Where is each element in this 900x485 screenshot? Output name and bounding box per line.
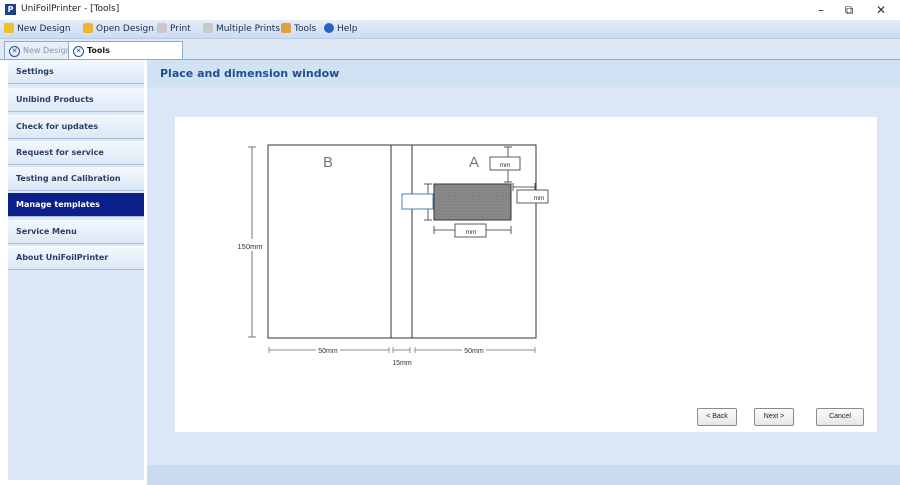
printer-icon — [157, 23, 167, 33]
close-tab-icon[interactable]: ✕ — [9, 46, 20, 57]
status-strip — [147, 465, 900, 485]
sidebar-item-manage-templates[interactable]: Manage templates — [8, 193, 144, 217]
sidebar-item-request-service[interactable]: Request for service — [8, 141, 144, 165]
help-icon — [324, 23, 334, 33]
spine-width-label: 15mm — [392, 360, 412, 367]
menu-label: New Design — [17, 24, 71, 34]
tools-sidebar: Settings Unibind Products Check for upda… — [8, 60, 144, 480]
window-width-unit: mm — [466, 229, 477, 236]
sidebar-item-settings[interactable]: Settings — [8, 60, 144, 84]
open-folder-icon — [83, 23, 93, 33]
minimize-button[interactable]: – — [808, 1, 834, 19]
dimension-diagram: B A 150mm 50mm 15mm 50mm mm mm mm — [235, 144, 549, 367]
menu-print[interactable]: Print — [157, 23, 191, 34]
window-height-field[interactable] — [401, 193, 434, 210]
menu-label: Help — [337, 24, 358, 34]
menu-tools[interactable]: Tools — [281, 23, 316, 34]
menu-help[interactable]: Help — [324, 23, 358, 34]
menu-open-design[interactable]: Open Design — [83, 23, 154, 34]
next-button[interactable]: Next > — [754, 408, 794, 426]
right-offset-unit: mm — [534, 195, 545, 202]
menu-new-design[interactable]: New Design — [4, 23, 71, 34]
content-area: B A 150mm 50mm 15mm 50mm mm mm mm < Back… — [147, 87, 900, 465]
tab-label: Tools — [87, 46, 110, 55]
template-panel: B A 150mm 50mm 15mm 50mm mm mm mm < Back… — [175, 117, 877, 432]
sidebar-item-unibind-products[interactable]: Unibind Products — [8, 88, 144, 112]
right-width-label: 50mm — [464, 348, 484, 355]
menu-bar: New Design Open Design Print Multiple Pr… — [0, 20, 900, 39]
tools-icon — [281, 23, 291, 33]
app-logo-icon: P — [5, 4, 16, 15]
restore-button[interactable]: ⧉ — [836, 1, 862, 19]
sidebar-item-check-updates[interactable]: Check for updates — [8, 115, 144, 139]
sidebar-item-testing-calibration[interactable]: Testing and Calibration — [8, 167, 144, 191]
page-title: Place and dimension window — [160, 67, 340, 80]
close-tab-icon[interactable]: ✕ — [73, 46, 84, 57]
section-b-label: B — [323, 154, 333, 171]
template-outline — [267, 144, 537, 339]
left-width-label: 50mm — [318, 348, 338, 355]
close-button[interactable]: ✕ — [868, 1, 894, 19]
title-bar: P UniFoilPrinter - [Tools] – ⧉ ✕ — [0, 0, 900, 20]
new-doc-icon — [4, 23, 14, 33]
cancel-button[interactable]: Cancel — [816, 408, 864, 426]
sidebar-item-service-menu[interactable]: Service Menu — [8, 220, 144, 244]
menu-label: Print — [170, 24, 191, 34]
tab-tools[interactable]: ✕ Tools — [68, 41, 183, 59]
back-button[interactable]: < Back — [697, 408, 737, 426]
menu-label: Tools — [294, 24, 317, 34]
height-label: 150mm — [237, 242, 262, 251]
printer-icon — [203, 23, 213, 33]
document-tabs: ✕ New Design 0 * ✕ Tools — [0, 39, 900, 60]
window-title: UniFoilPrinter - [Tools] — [21, 4, 120, 14]
sidebar-item-about[interactable]: About UniFoilPrinter — [8, 246, 144, 270]
window-placeholder — [433, 183, 512, 221]
menu-multiple-prints[interactable]: Multiple Prints — [203, 23, 280, 34]
menu-label: Open Design — [96, 24, 154, 34]
section-a-label: A — [469, 154, 479, 171]
menu-label: Multiple Prints — [216, 24, 281, 34]
content-header: Place and dimension window — [147, 60, 900, 87]
top-offset-unit: mm — [500, 162, 511, 169]
